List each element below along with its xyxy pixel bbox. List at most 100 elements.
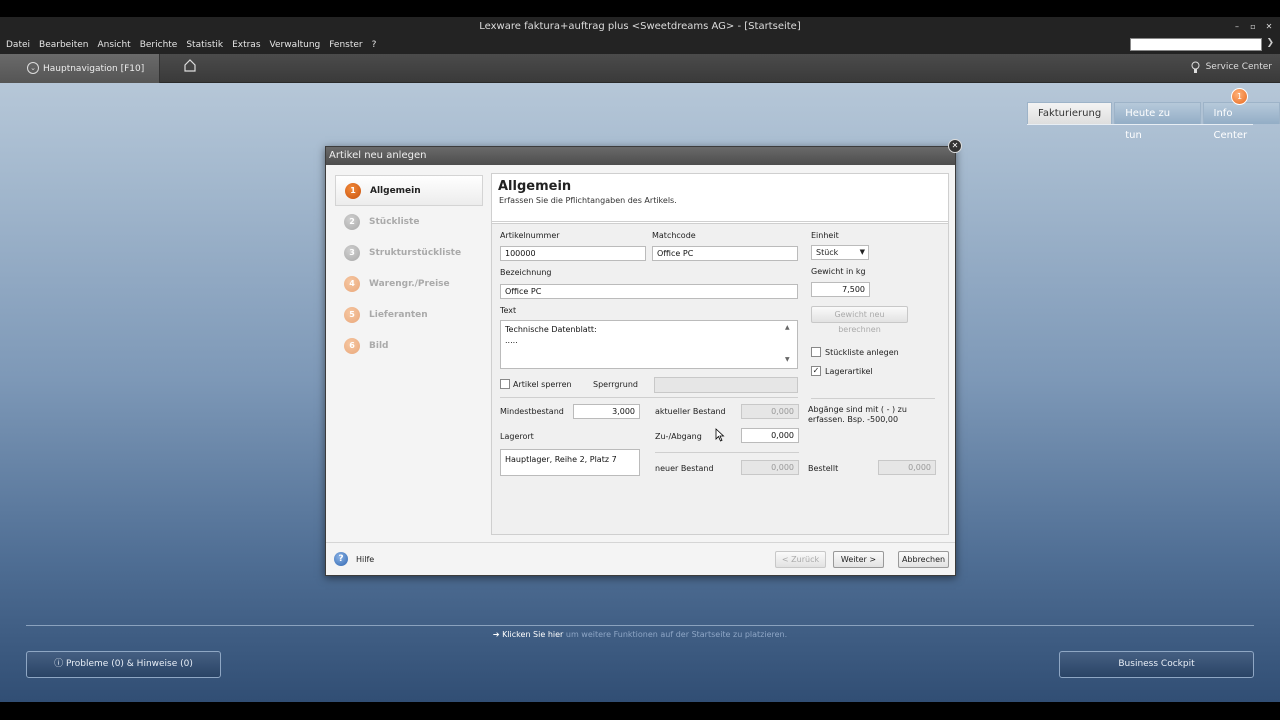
artikel-sperren-checkbox[interactable] xyxy=(500,379,510,389)
hauptnavigation-label: Hauptnavigation [F10] xyxy=(43,63,145,74)
lagerort-input[interactable]: Hauptlager, Reihe 2, Platz 7 xyxy=(500,449,640,476)
matchcode-input[interactable]: Office PC xyxy=(652,246,798,261)
step-label: Lieferanten xyxy=(369,309,428,320)
letterbox-top xyxy=(0,0,1280,17)
window-controls: – ▫ ✕ xyxy=(1232,17,1274,36)
back-button[interactable]: < Zurück xyxy=(775,551,826,568)
business-cockpit-button[interactable]: Business Cockpit xyxy=(1059,651,1254,678)
step-number: 6 xyxy=(344,337,360,354)
hilfe-link[interactable]: Hilfe xyxy=(356,555,374,564)
window-titlebar: Lexware faktura+auftrag plus <Sweetdream… xyxy=(0,17,1280,36)
lagerartikel-label: Lagerartikel xyxy=(825,367,873,376)
gewicht-input[interactable]: 7,500 xyxy=(811,282,870,297)
separator xyxy=(655,452,799,453)
maximize-button[interactable]: ▫ xyxy=(1248,17,1258,36)
menu-help[interactable]: ? xyxy=(372,40,377,50)
menu-statistik[interactable]: Statistik xyxy=(186,40,223,50)
aktueller-bestand-input: 0,000 xyxy=(741,404,799,419)
hint-separator xyxy=(26,625,1254,626)
letterbox-bottom xyxy=(0,702,1280,720)
menu-extras[interactable]: Extras xyxy=(232,40,260,50)
einheit-label: Einheit xyxy=(811,231,839,240)
gewicht-neu-berechnen-button[interactable]: Gewicht neu berechnen xyxy=(811,306,908,334)
step-lieferanten[interactable]: 5 Lieferanten xyxy=(335,299,483,330)
separator xyxy=(811,398,935,399)
lagerartikel-checkbox[interactable]: ✓ xyxy=(811,366,821,376)
search-dropdown-icon[interactable]: ❯ xyxy=(1266,38,1274,48)
step-number: 2 xyxy=(344,213,360,230)
step-allgemein[interactable]: 1 Allgemein xyxy=(335,175,483,206)
tab-info-center[interactable]: Info Center xyxy=(1202,102,1280,141)
screen: Lexware faktura+auftrag plus <Sweetdream… xyxy=(0,0,1280,720)
footer-separator xyxy=(326,542,955,543)
tab-rule xyxy=(1027,124,1253,125)
global-search-input[interactable] xyxy=(1130,38,1262,51)
stueckliste-checkbox[interactable] xyxy=(811,347,821,357)
einheit-select[interactable]: Stück ▼ xyxy=(811,245,869,260)
step-number: 3 xyxy=(344,244,360,261)
tab-heute-zu-tun[interactable]: Heute zu tun xyxy=(1114,102,1201,141)
lagerort-label: Lagerort xyxy=(500,432,534,441)
menu-verwaltung[interactable]: Verwaltung xyxy=(270,40,321,50)
cancel-button[interactable]: Abbrechen xyxy=(898,551,949,568)
probleme-hinweise-button[interactable]: ⓘ Probleme (0) & Hinweise (0) xyxy=(26,651,221,678)
bezeichnung-input[interactable]: Office PC xyxy=(500,284,798,299)
step-number: 5 xyxy=(344,306,360,323)
text-label: Text xyxy=(500,306,517,315)
zu-abgang-input[interactable]: 0,000 xyxy=(741,428,799,443)
scroll-down-icon[interactable]: ▼ xyxy=(785,356,790,363)
notification-badge[interactable]: 1 xyxy=(1231,88,1248,105)
content-subtitle: Erfassen Sie die Pflichtangaben des Arti… xyxy=(499,196,677,205)
content-title: Allgemein xyxy=(498,179,572,194)
neuer-bestand-input: 0,000 xyxy=(741,460,799,475)
sperrgrund-input[interactable] xyxy=(654,377,798,393)
menu-ansicht[interactable]: Ansicht xyxy=(97,40,130,50)
step-strukturstueckliste[interactable]: 3 Strukturstückliste xyxy=(335,237,483,268)
step-label: Strukturstückliste xyxy=(369,247,462,258)
step-warengruppe-preise[interactable]: 4 Warengr./Preise xyxy=(335,268,483,299)
step-bild[interactable]: 6 Bild xyxy=(335,330,483,361)
dropdown-arrow-icon: ▼ xyxy=(859,248,865,256)
mouse-cursor-icon xyxy=(715,428,725,442)
step-label: Stückliste xyxy=(369,216,420,227)
zu-abgang-label: Zu-/Abgang xyxy=(655,432,702,441)
help-icon[interactable]: ? xyxy=(334,552,348,566)
artikelnummer-input[interactable]: 100000 xyxy=(500,246,646,261)
next-button[interactable]: Weiter > xyxy=(833,551,884,568)
artikelnummer-label: Artikelnummer xyxy=(500,231,560,240)
gewicht-label: Gewicht in kg xyxy=(811,267,866,276)
step-stueckliste[interactable]: 2 Stückliste xyxy=(335,206,483,237)
sperrgrund-label: Sperrgrund xyxy=(593,380,638,389)
text-textarea[interactable]: Technische Datenblatt: ..... xyxy=(500,320,798,369)
mindestbestand-label: Mindestbestand xyxy=(500,407,564,416)
menu-berichte[interactable]: Berichte xyxy=(140,40,178,50)
dialog-close-icon[interactable]: ✕ xyxy=(948,139,962,153)
minimize-button[interactable]: – xyxy=(1232,17,1242,36)
startseite-hint: ➔ Klicken Sie hier um weitere Funktionen… xyxy=(0,630,1280,639)
mindestbestand-input[interactable]: 3,000 xyxy=(573,404,640,419)
hint-link[interactable]: Klicken Sie hier xyxy=(502,630,563,639)
menu-fenster[interactable]: Fenster xyxy=(329,40,362,50)
step-label: Warengr./Preise xyxy=(369,278,450,289)
home-icon[interactable] xyxy=(183,58,197,72)
wizard-steps: 1 Allgemein 2 Stückliste 3 Strukturstück… xyxy=(335,175,483,361)
step-label: Allgemein xyxy=(370,185,421,196)
aktueller-bestand-label: aktueller Bestand xyxy=(655,407,726,416)
tab-fakturierung[interactable]: Fakturierung xyxy=(1027,102,1113,124)
artikel-sperren-label: Artikel sperren xyxy=(513,380,572,389)
startseite-tabs: Fakturierung Heute zu tun Info Center xyxy=(1027,102,1280,141)
step-content-panel: Allgemein Erfassen Sie die Pflichtangabe… xyxy=(491,173,949,535)
artikel-neu-anlegen-dialog: Artikel neu anlegen 1 Allgemein 2 Stückl… xyxy=(325,146,956,576)
arrow-right-icon: ➔ xyxy=(492,630,500,639)
einheit-value: Stück xyxy=(816,248,839,257)
menu-bearbeiten[interactable]: Bearbeiten xyxy=(39,40,88,50)
step-number: 4 xyxy=(344,275,360,292)
hauptnavigation-button[interactable]: ⌄ Hauptnavigation [F10] xyxy=(0,54,160,83)
service-center-button[interactable]: Service Center xyxy=(1191,58,1272,76)
separator xyxy=(500,397,798,398)
close-window-button[interactable]: ✕ xyxy=(1264,17,1274,36)
matchcode-label: Matchcode xyxy=(652,231,696,240)
bezeichnung-label: Bezeichnung xyxy=(500,268,552,277)
menu-datei[interactable]: Datei xyxy=(6,40,30,50)
scroll-up-icon[interactable]: ▲ xyxy=(785,324,790,331)
